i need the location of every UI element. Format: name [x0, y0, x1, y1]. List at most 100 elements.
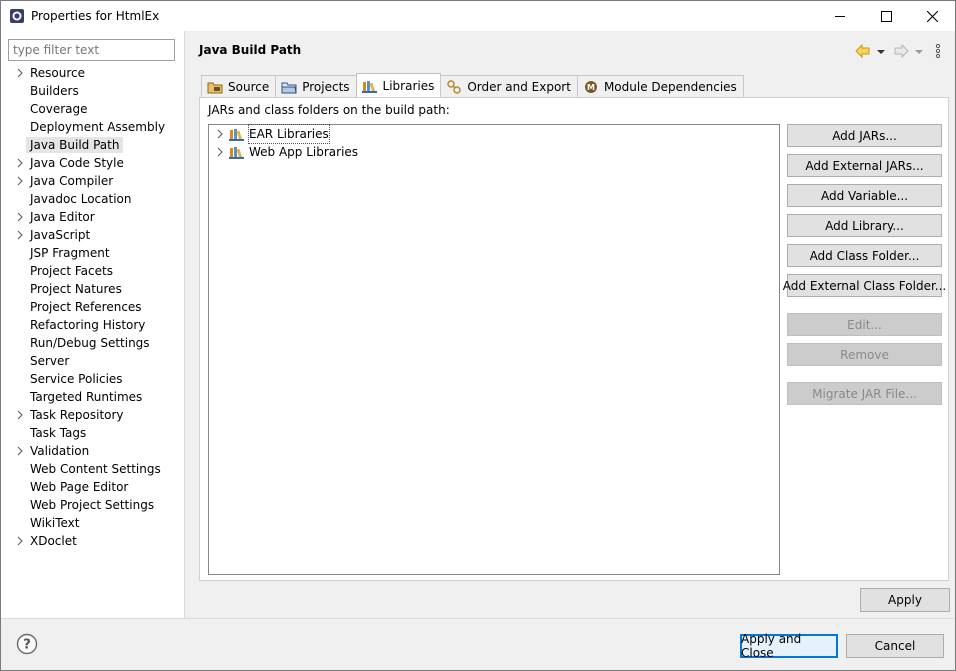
nav-item-project-references[interactable]: Project References — [1, 298, 185, 316]
nav-item-refactoring-history[interactable]: Refactoring History — [1, 316, 185, 334]
nav-item-server[interactable]: Server — [1, 352, 185, 370]
tab-projects[interactable]: Projects — [275, 75, 357, 97]
add-jars-button[interactable]: Add JARs... — [787, 124, 942, 147]
nav-item-wikitext[interactable]: WikiText — [1, 514, 185, 532]
add-library-button[interactable]: Add Library... — [787, 214, 942, 237]
chevron-right-icon[interactable] — [15, 68, 25, 78]
chevron-right-icon[interactable] — [15, 536, 25, 546]
cancel-button[interactable]: Cancel — [846, 634, 944, 658]
close-button[interactable] — [909, 1, 955, 31]
nav-item-label: Web Project Settings — [30, 498, 155, 512]
libraries-tree[interactable]: EAR Libraries Web App Libraries — [208, 124, 780, 575]
nav-item-label: Coverage — [30, 102, 88, 116]
nav-item-javascript[interactable]: JavaScript — [1, 226, 185, 244]
build-path-tabs: Source Projects Libraries Order and Expo… — [201, 73, 744, 97]
apply-button[interactable]: Apply — [860, 588, 950, 612]
chevron-right-icon[interactable] — [15, 446, 25, 456]
tab-module-dependencies[interactable]: M Module Dependencies — [576, 75, 744, 97]
nav-item-service-policies[interactable]: Service Policies — [1, 370, 185, 388]
remove-button[interactable]: Remove — [787, 343, 942, 366]
tab-order-and-export[interactable]: Order and Export — [440, 75, 578, 97]
nav-item-task-repository[interactable]: Task Repository — [1, 406, 185, 424]
tab-libraries[interactable]: Libraries — [355, 73, 442, 97]
chevron-right-icon[interactable] — [15, 212, 25, 222]
tab-label: Order and Export — [467, 79, 571, 94]
tab-label: Source — [228, 79, 270, 94]
nav-item-web-page-editor[interactable]: Web Page Editor — [1, 478, 185, 496]
tree-item-label: EAR Libraries — [248, 124, 330, 144]
tab-label: Libraries — [382, 78, 435, 93]
maximize-button[interactable] — [863, 1, 909, 31]
nav-item-coverage[interactable]: Coverage — [1, 100, 185, 118]
nav-item-validation[interactable]: Validation — [1, 442, 185, 460]
nav-item-label: Web Content Settings — [30, 462, 161, 476]
tree-item-ear-libraries[interactable]: EAR Libraries — [215, 124, 330, 144]
nav-item-project-natures[interactable]: Project Natures — [1, 280, 185, 298]
libraries-tab-panel: JARs and class folders on the build path… — [199, 97, 949, 581]
nav-item-web-project-settings[interactable]: Web Project Settings — [1, 496, 185, 514]
nav-item-deployment-assembly[interactable]: Deployment Assembly — [1, 118, 185, 136]
nav-item-java-code-style[interactable]: Java Code Style — [1, 154, 185, 172]
nav-item-javadoc-location[interactable]: Javadoc Location — [1, 190, 185, 208]
tree-item-label: Web App Libraries — [249, 145, 359, 159]
chevron-right-icon[interactable] — [215, 147, 225, 157]
nav-item-label: Project References — [30, 300, 142, 314]
nav-item-label: Task Repository — [30, 408, 124, 422]
nav-item-jsp-fragment[interactable]: JSP Fragment — [1, 244, 185, 262]
libraries-icon — [361, 80, 377, 93]
nav-item-xdoclet[interactable]: XDoclet — [1, 532, 185, 550]
nav-item-java-compiler[interactable]: Java Compiler — [1, 172, 185, 190]
projects-folder-icon — [281, 82, 297, 93]
apply-and-close-button[interactable]: Apply and Close — [740, 632, 838, 660]
minimize-icon — [835, 16, 845, 17]
nav-item-web-content-settings[interactable]: Web Content Settings — [1, 460, 185, 478]
nav-item-label: Targeted Runtimes — [30, 390, 143, 404]
nav-item-label: Java Code Style — [30, 156, 124, 170]
nav-item-label: XDoclet — [30, 534, 77, 548]
add-class-folder-button[interactable]: Add Class Folder... — [787, 244, 942, 267]
nav-item-java-build-path[interactable]: Java Build Path — [1, 136, 185, 154]
tree-item-web-app-libraries[interactable]: Web App Libraries — [215, 143, 358, 161]
tab-label: Projects — [302, 79, 350, 94]
chevron-right-icon[interactable] — [15, 158, 25, 168]
library-icon — [229, 147, 244, 159]
nav-item-label: Java Editor — [30, 210, 95, 224]
nav-item-label: Javadoc Location — [30, 192, 132, 206]
nav-item-targeted-runtimes[interactable]: Targeted Runtimes — [1, 388, 185, 406]
view-menu-icon[interactable] — [934, 43, 942, 59]
add-external-class-folder-button[interactable]: Add External Class Folder... — [783, 274, 946, 297]
nav-item-project-facets[interactable]: Project Facets — [1, 262, 185, 280]
chevron-right-icon[interactable] — [215, 129, 225, 139]
maximize-icon — [880, 10, 892, 22]
nav-item-resource[interactable]: Resource — [1, 64, 185, 82]
eclipse-icon — [10, 9, 24, 23]
nav-item-label: Validation — [30, 444, 90, 458]
svg-text:M: M — [587, 83, 595, 92]
close-icon — [926, 10, 938, 22]
properties-dialog: Properties for HtmlEx Resource Builders Co… — [0, 0, 956, 671]
dialog-button-bar: ? Apply and Close Cancel — [1, 618, 955, 670]
svg-text:?: ? — [23, 638, 31, 653]
nav-item-label: Server — [30, 354, 70, 368]
order-export-icon — [447, 79, 462, 94]
tab-source[interactable]: Source — [201, 75, 277, 97]
libraries-caption: JARs and class folders on the build path… — [208, 103, 450, 117]
edit-button[interactable]: Edit... — [787, 313, 942, 336]
chevron-right-icon[interactable] — [15, 410, 25, 420]
back-dropdown-icon[interactable] — [876, 43, 886, 59]
add-variable-button[interactable]: Add Variable... — [787, 184, 942, 207]
back-arrow-icon[interactable] — [854, 43, 872, 59]
add-external-jars-button[interactable]: Add External JARs... — [787, 154, 942, 177]
chevron-right-icon[interactable] — [15, 230, 25, 240]
nav-item-run-debug-settings[interactable]: Run/Debug Settings — [1, 334, 185, 352]
help-icon[interactable]: ? — [16, 633, 38, 655]
migrate-jar-button[interactable]: Migrate JAR File... — [787, 382, 942, 405]
nav-item-label: Java Compiler — [30, 174, 114, 188]
nav-item-task-tags[interactable]: Task Tags — [1, 424, 185, 442]
filter-input[interactable] — [8, 39, 175, 61]
minimize-button[interactable] — [817, 1, 863, 31]
nav-item-label: Task Tags — [30, 426, 87, 440]
nav-item-java-editor[interactable]: Java Editor — [1, 208, 185, 226]
chevron-right-icon[interactable] — [15, 176, 25, 186]
nav-item-builders[interactable]: Builders — [1, 82, 185, 100]
